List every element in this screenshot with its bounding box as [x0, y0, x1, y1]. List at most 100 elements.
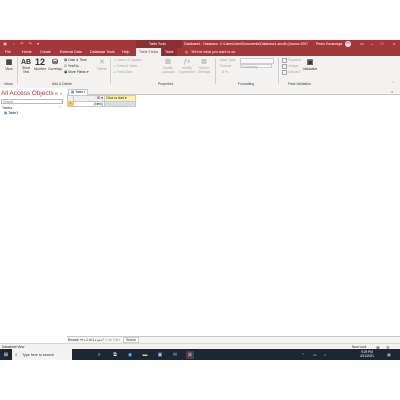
- date-time-button[interactable]: ▤ Date & Time: [64, 58, 87, 62]
- tab-external-data[interactable]: External Data: [60, 50, 82, 54]
- taskbar-search-box[interactable]: ⌕ Type here to search: [12, 349, 72, 360]
- collapse-ribbon-icon[interactable]: ⌃: [392, 81, 395, 85]
- tab-home[interactable]: Home: [22, 50, 32, 54]
- more-fields-button[interactable]: ▣ More Fields ▾: [64, 70, 89, 74]
- close-icon[interactable]: ×: [390, 41, 398, 47]
- access-window: ▣ ▫ ↶ ↷ ▾ Table Tools Database1 : Databa…: [0, 40, 400, 360]
- group-label-formatting: Formatting: [238, 81, 255, 86]
- nav-section-tables[interactable]: Tables: [2, 106, 12, 110]
- ribbon-display-options-icon[interactable]: ▭: [358, 41, 366, 47]
- tab-database-tools[interactable]: Database Tools: [90, 50, 115, 54]
- short-text-label: Short Text: [21, 66, 31, 74]
- record-position[interactable]: 1 of 1: [86, 338, 94, 342]
- document-title: Database1 : Database- C:\Users\User\Docu…: [184, 42, 309, 46]
- format-label: Format:: [220, 64, 232, 68]
- shutter-bar-icon[interactable]: «: [60, 91, 62, 96]
- datasheet-view-icon: ▦: [5, 59, 13, 66]
- nav-pane-title: All Access Objects: [1, 90, 54, 97]
- volume-icon[interactable]: ♪: [322, 351, 328, 359]
- edge-icon[interactable]: ◉: [126, 351, 134, 359]
- unique-label: Unique: [287, 64, 299, 69]
- validation-button[interactable]: ▣ Validation: [302, 58, 318, 71]
- table-row: * (New): [67, 100, 136, 107]
- required-label: Required: [287, 58, 302, 63]
- close-icon[interactable]: ×: [391, 89, 393, 94]
- cortana-icon[interactable]: ○: [95, 351, 103, 359]
- chevron-down-icon: ⊙: [53, 91, 59, 96]
- modify-expression-button[interactable]: ƒx Modify Expression: [178, 58, 196, 74]
- group-divider: [215, 58, 216, 84]
- access-taskbar-icon[interactable]: ▣: [186, 350, 194, 359]
- customize-toolbar-icon[interactable]: ▾: [36, 42, 40, 46]
- taskbar-search-placeholder: Type here to search: [22, 352, 54, 357]
- clock-date: 4/11/2021: [360, 354, 374, 359]
- name-caption-button[interactable]: ▭ Name & Caption: [113, 58, 142, 62]
- tab-table-fields[interactable]: Table Fields: [136, 48, 162, 56]
- required-checkbox[interactable]: Required: [282, 58, 301, 63]
- document-tab-label: Table1: [75, 89, 86, 94]
- network-icon[interactable]: ▭: [312, 351, 318, 359]
- last-record-icon[interactable]: ⏭: [97, 338, 100, 342]
- contextual-title: Table Tools: [149, 42, 166, 46]
- number-format-symbols[interactable]: $ % ,: [222, 70, 230, 74]
- data-type-label: Data Type:: [220, 58, 237, 62]
- modify-lookups-label: Modify Lookups: [161, 66, 175, 74]
- nav-search-input[interactable]: Search...: [1, 99, 63, 104]
- maximize-icon[interactable]: □: [378, 41, 386, 47]
- delete-label: Delete: [97, 67, 107, 71]
- date-time-label: Date & Time: [68, 58, 87, 62]
- field-size-label: Field Size: [117, 70, 133, 74]
- indexed-checkbox[interactable]: Indexed: [282, 70, 300, 75]
- tab-table[interactable]: Table: [162, 48, 177, 56]
- group-label-properties: Properties: [158, 81, 174, 86]
- validation-icon: ▣: [306, 59, 314, 66]
- group-label-add-delete: Add & Delete: [52, 81, 72, 86]
- show-hidden-icons-icon[interactable]: ⌃: [300, 351, 306, 359]
- datasheet: ID ▾ Click to Add ▾ * (New): [67, 95, 136, 107]
- tell-me-search[interactable]: Tell me what you want to do: [191, 50, 235, 54]
- memo-settings-label: Memo Settings: [197, 66, 211, 74]
- modify-lookups-button[interactable]: ▥ Modify Lookups: [160, 58, 176, 74]
- tab-file[interactable]: File: [5, 50, 11, 54]
- delete-button[interactable]: ✕ Delete: [96, 58, 108, 71]
- nav-item-table1[interactable]: ▦ Table1: [4, 111, 18, 115]
- format-dropdown[interactable]: Formatting: [240, 64, 272, 69]
- cell-id[interactable]: (New): [73, 100, 105, 107]
- mail-icon[interactable]: ✉: [171, 351, 179, 359]
- tab-create[interactable]: Create: [40, 50, 51, 54]
- navigation-pane: All Access Objects ⊙ « Search... ⌕ Table…: [0, 88, 68, 343]
- field-size-button[interactable]: ▭ Field Size: [113, 70, 132, 74]
- tab-help[interactable]: Help: [122, 50, 129, 54]
- default-value-button[interactable]: ▭ Default Value: [113, 64, 137, 68]
- redo-icon[interactable]: ↷: [28, 42, 32, 46]
- store-icon[interactable]: ▣: [156, 351, 164, 359]
- memo-settings-button[interactable]: ▤ Memo Settings: [197, 58, 211, 74]
- cell-click-to-add[interactable]: [104, 100, 136, 107]
- file-explorer-icon[interactable]: ▬: [141, 351, 149, 359]
- delete-icon: ✕: [99, 59, 105, 66]
- checkbox-icon: [282, 70, 287, 75]
- validation-label: Validation: [302, 67, 318, 71]
- undo-icon[interactable]: ↶: [20, 42, 24, 46]
- number-label: Number: [33, 67, 47, 71]
- avatar[interactable]: PE: [345, 41, 351, 47]
- currency-button[interactable]: ⛁ Currency: [48, 58, 62, 71]
- nav-pane-header[interactable]: All Access Objects ⊙: [1, 90, 58, 97]
- document-area: ▦ Table1 × ID ▾ Click to Add ▾ * (New) R…: [67, 88, 400, 343]
- checkbox-icon: [282, 64, 287, 69]
- task-view-icon[interactable]: ⧉: [111, 351, 119, 359]
- save-icon[interactable]: ▫: [12, 42, 16, 46]
- unique-checkbox[interactable]: Unique: [282, 64, 298, 69]
- notifications-icon[interactable]: ▤: [386, 351, 392, 359]
- collapse-section-icon[interactable]: ⌃: [58, 106, 61, 110]
- yes-no-button[interactable]: ☑ Yes/No: [64, 64, 79, 68]
- search-icon[interactable]: ⌕: [61, 99, 63, 103]
- filter-status[interactable]: No Filter: [108, 338, 120, 342]
- number-button[interactable]: 12 Number: [33, 58, 47, 72]
- view-button[interactable]: ▦ View: [3, 58, 15, 71]
- windows-start-icon[interactable]: ⊞: [2, 351, 10, 359]
- group-divider: [110, 58, 111, 84]
- minimize-icon[interactable]: –: [368, 41, 376, 47]
- clock[interactable]: 9:29 PM 4/11/2021: [352, 350, 382, 359]
- short-text-button[interactable]: AB Short Text: [20, 58, 32, 74]
